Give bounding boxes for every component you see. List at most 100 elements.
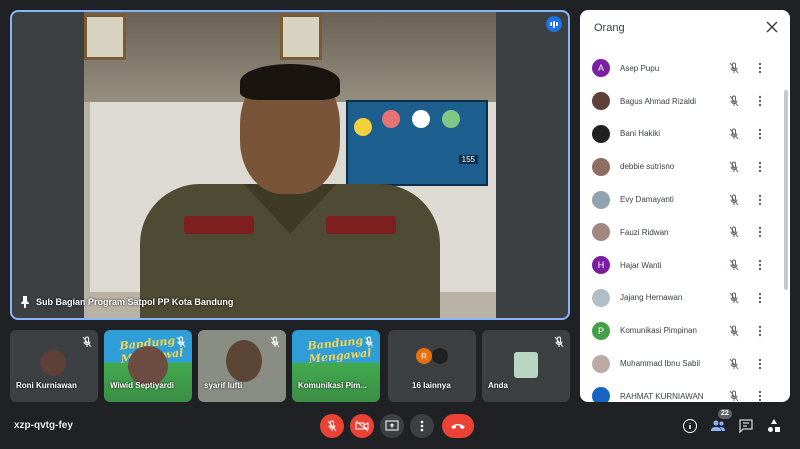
mic-off-icon[interactable] [728, 128, 740, 140]
more-vert-icon[interactable] [758, 161, 762, 173]
participant-tile[interactable]: Bandung Mengawal Komunikasi Pim... [292, 330, 380, 402]
participant-name: Anda [488, 381, 508, 390]
participant-row[interactable]: Jajang Hernawan [580, 282, 780, 315]
speaker-video: 155 [84, 12, 496, 318]
avatar [592, 354, 610, 373]
people-icon[interactable] [710, 418, 726, 434]
participant-name: Wiwid Septiyardi [110, 381, 174, 390]
more-vert-icon[interactable] [758, 358, 762, 370]
participant-row[interactable]: Bagus Ahmad Rizaldi [580, 85, 780, 118]
speaker-person [140, 64, 440, 318]
avatar: A [592, 59, 610, 78]
participant-row[interactable]: debbie sutrisno [580, 150, 780, 183]
participant-name: Bagus Ahmad Rizaldi [620, 96, 697, 106]
self-video-thumbnail [514, 352, 538, 378]
poster-number: 155 [458, 155, 478, 164]
participant-name: Asep Pupu [620, 63, 660, 73]
wall-photo-frame [84, 14, 126, 60]
participant-name: Hajar Wanti [620, 260, 662, 270]
mic-off-icon[interactable] [728, 292, 740, 304]
avatar [432, 348, 448, 364]
more-vert-icon [420, 420, 424, 432]
avatar [40, 350, 66, 376]
more-vert-icon[interactable] [758, 194, 762, 206]
people-panel: Orang A Asep Pupu Bagus Ahmad Rizaldi Bani … [580, 10, 790, 402]
mic-toggle-button[interactable] [320, 414, 344, 438]
participant-name: Jajang Hernawan [620, 293, 683, 303]
panel-title: Orang [594, 22, 625, 34]
participant-name: Roni Kurniawan [16, 381, 77, 390]
main-speaker-tile[interactable]: 155 Sub Bagian Program Satpol PP Kota Ba… [10, 10, 570, 320]
avatar: H [592, 256, 610, 275]
participant-name: Fauzi Ridwan [620, 227, 669, 237]
more-participants-tile[interactable]: R 16 lainnya [388, 330, 476, 402]
participant-video-face [128, 346, 168, 386]
participant-tile[interactable]: Roni Kurniawan [10, 330, 98, 402]
more-vert-icon[interactable] [758, 292, 762, 304]
panel-scrollbar[interactable] [784, 90, 788, 290]
mic-off-icon[interactable] [728, 358, 740, 370]
mic-off-icon[interactable] [728, 62, 740, 74]
mic-off-icon [176, 336, 186, 348]
self-view-tile[interactable]: Anda [482, 330, 570, 402]
mic-off-icon[interactable] [728, 325, 740, 337]
participant-name: Evy Damayanti [620, 195, 674, 205]
mic-off-icon [364, 336, 374, 348]
more-vert-icon[interactable] [758, 390, 762, 402]
more-vert-icon[interactable] [758, 325, 762, 337]
present-icon [385, 420, 399, 431]
participant-row[interactable]: Evy Damayanti [580, 183, 780, 216]
participant-video-face [226, 340, 262, 382]
mic-off-icon [554, 336, 564, 348]
avatar [592, 223, 610, 242]
more-vert-icon[interactable] [758, 226, 762, 238]
participant-row[interactable]: Bani Hakiki [580, 118, 780, 151]
present-screen-button[interactable] [380, 414, 404, 438]
mic-off-icon [327, 420, 337, 432]
participant-row[interactable]: A Asep Pupu [580, 52, 780, 85]
wall-photo-frame [280, 14, 322, 60]
participant-name: RAHMAT KURNIAWAN [620, 391, 704, 401]
activities-icon[interactable] [766, 418, 782, 434]
more-options-button[interactable] [410, 414, 434, 438]
participant-name: Komunikasi Pim... [298, 381, 367, 390]
more-vert-icon[interactable] [758, 259, 762, 271]
participant-name: syarif lufti [204, 381, 243, 390]
participant-name: debbie sutrisno [620, 162, 675, 172]
camera-off-icon [355, 420, 369, 432]
camera-toggle-button[interactable] [350, 414, 374, 438]
mic-off-icon[interactable] [728, 95, 740, 107]
pin-icon [21, 296, 29, 308]
avatar [592, 92, 610, 111]
mic-off-icon[interactable] [728, 259, 740, 271]
close-icon[interactable] [766, 21, 778, 33]
chat-icon[interactable] [738, 418, 754, 434]
avatar [592, 124, 610, 143]
more-vert-icon[interactable] [758, 128, 762, 140]
participant-name: 16 lainnya [412, 381, 451, 390]
participant-name: Bani Hakiki [620, 129, 661, 139]
participant-row[interactable]: RAHMAT KURNIAWAN [580, 380, 780, 402]
mic-off-icon [82, 336, 92, 348]
mic-off-icon[interactable] [728, 390, 740, 402]
info-icon[interactable] [682, 418, 698, 434]
participant-name: Komunikasi Pimpinan [620, 326, 697, 336]
more-vert-icon[interactable] [758, 95, 762, 107]
participant-row[interactable]: Fauzi Ridwan [580, 216, 780, 249]
end-call-button[interactable] [442, 414, 474, 438]
mic-off-icon[interactable] [728, 161, 740, 173]
participant-row[interactable]: H Hajar Wanti [580, 249, 780, 282]
avatar [592, 288, 610, 307]
participant-row[interactable]: Muhammad Ibnu Sabil [580, 347, 780, 380]
mic-off-icon[interactable] [728, 194, 740, 206]
speaker-name: Sub Bagian Program Satpol PP Kota Bandun… [36, 297, 234, 307]
mic-off-icon[interactable] [728, 226, 740, 238]
participant-tile[interactable]: syarif lufti [198, 330, 286, 402]
participant-tile[interactable]: Bandung Mengawal Wiwid Septiyardi [104, 330, 192, 402]
avatar [592, 190, 610, 209]
participant-row[interactable]: P Komunikasi Pimpinan [580, 314, 780, 347]
avatar: R [416, 348, 432, 364]
more-vert-icon[interactable] [758, 62, 762, 74]
participant-count-badge: 22 [718, 409, 732, 419]
mic-off-icon [270, 336, 280, 348]
